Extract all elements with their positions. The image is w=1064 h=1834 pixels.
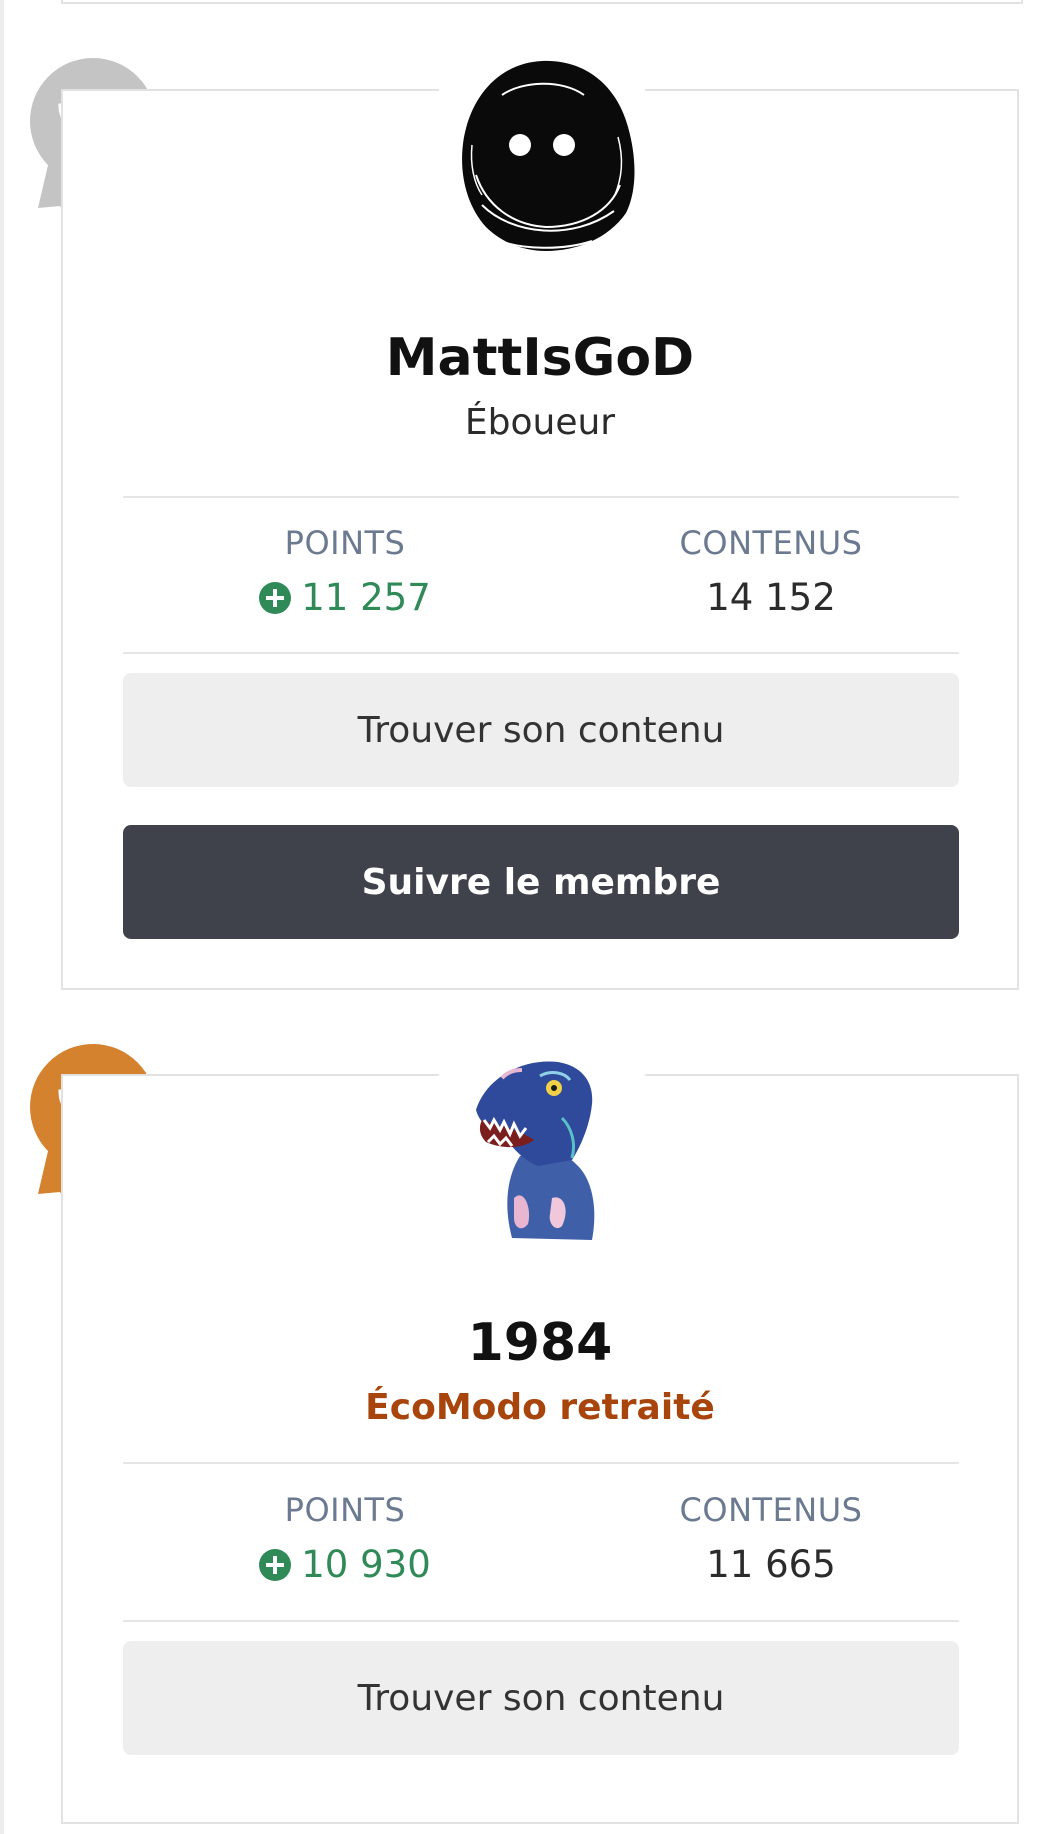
points-stat: POINTS 11 257 bbox=[195, 523, 495, 621]
points-label: POINTS bbox=[284, 1491, 406, 1529]
points-number: 10 930 bbox=[301, 1543, 431, 1586]
member-card: MattIsGoD Éboueur POINTS 11 257 CONTENUS… bbox=[61, 60, 1019, 990]
raptor-avatar[interactable] bbox=[442, 1048, 642, 1248]
member-card: 1984 ÉcoModo retraité POINTS 10 930 CONT… bbox=[61, 1061, 1019, 1824]
divider bbox=[123, 1462, 959, 1464]
content-label: CONTENUS bbox=[679, 524, 863, 562]
plus-circle-icon bbox=[259, 582, 292, 614]
points-value: 10 930 bbox=[195, 1542, 495, 1588]
member-username[interactable]: 1984 bbox=[63, 1313, 1017, 1373]
content-value[interactable]: 11 665 bbox=[621, 1542, 921, 1588]
find-content-button[interactable]: Trouver son contenu bbox=[123, 1641, 959, 1755]
find-content-button[interactable]: Trouver son contenu bbox=[123, 673, 959, 787]
content-label: CONTENUS bbox=[679, 1491, 863, 1529]
points-value: 11 257 bbox=[195, 575, 495, 621]
points-number: 11 257 bbox=[301, 576, 431, 619]
hooded-figure-avatar[interactable] bbox=[442, 55, 642, 255]
member-rank: ÉcoModo retraité bbox=[365, 1387, 715, 1428]
member-rank: Éboueur bbox=[464, 402, 616, 443]
points-label: POINTS bbox=[284, 524, 406, 562]
content-stat: CONTENUS 11 665 bbox=[621, 1490, 921, 1588]
previous-card-edge bbox=[61, 0, 1023, 4]
content-value[interactable]: 14 152 bbox=[621, 575, 921, 621]
plus-circle-icon bbox=[259, 1549, 292, 1581]
member-username[interactable]: MattIsGoD bbox=[63, 328, 1017, 388]
divider bbox=[123, 652, 959, 654]
page-edge bbox=[0, 0, 4, 1834]
divider bbox=[123, 1620, 959, 1622]
follow-member-button[interactable]: Suivre le membre bbox=[123, 825, 959, 939]
divider bbox=[123, 496, 959, 498]
points-stat: POINTS 10 930 bbox=[195, 1490, 495, 1588]
content-stat: CONTENUS 14 152 bbox=[621, 523, 921, 621]
